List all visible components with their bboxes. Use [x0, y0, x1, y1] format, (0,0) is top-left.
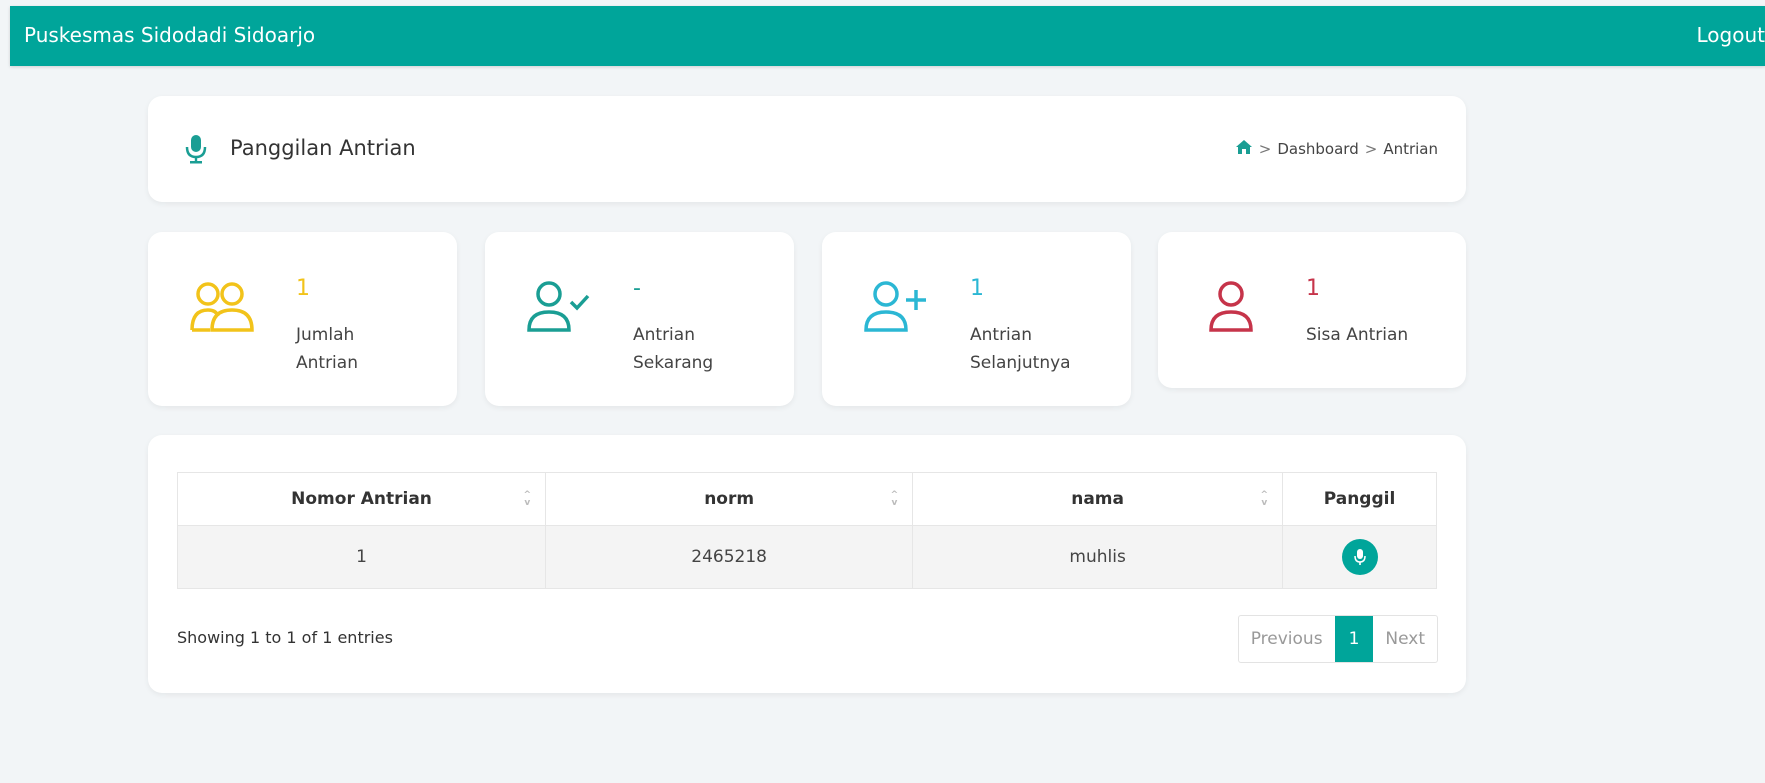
column-header-nomor-antrian[interactable]: Nomor Antrian ^ v — [176, 472, 547, 526]
next-button[interactable]: Next — [1373, 616, 1437, 662]
call-button[interactable] — [1341, 539, 1378, 575]
stat-card-jumlah-antrian: 1 Jumlah Antrian — [148, 232, 457, 406]
stat-label: Antrian Selanjutnya — [970, 321, 1071, 377]
user-check-icon — [525, 280, 591, 340]
column-header-nama[interactable]: nama ^ v — [912, 472, 1284, 526]
stat-label: Sisa Antrian — [1306, 321, 1408, 349]
brand-title: Puskesmas Sidodadi Sidoarjo — [24, 23, 316, 47]
page-title: Panggilan Antrian — [230, 136, 416, 160]
user-icon — [1198, 280, 1264, 340]
stat-value: - — [633, 276, 641, 301]
table-info: Showing 1 to 1 of 1 entries — [177, 628, 393, 647]
stat-label-line: Jumlah — [296, 325, 355, 345]
pagination: Previous 1 Next — [1237, 615, 1438, 663]
page-header-card: Panggilan Antrian > Dashboard > Antrian — [148, 96, 1466, 202]
stat-value: 1 — [970, 276, 984, 301]
stat-card-sisa-antrian: 1 Sisa Antrian — [1158, 232, 1466, 388]
stat-label-line: Antrian — [633, 325, 695, 345]
cell-panggil — [1282, 525, 1437, 589]
breadcrumb-dashboard[interactable]: Dashboard — [1277, 140, 1358, 158]
stat-label-line: Selanjutnya — [970, 353, 1071, 373]
stat-label-line: Sisa Antrian — [1306, 325, 1409, 345]
stat-value: 1 — [1306, 276, 1320, 301]
column-header-panggil: Panggil — [1282, 472, 1437, 526]
breadcrumb-separator: > — [1364, 140, 1378, 158]
sort-icon[interactable]: ^ v — [1261, 491, 1269, 508]
table-header-row: Nomor Antrian ^ v norm ^ v nama ^ v Panggil — [176, 472, 1437, 526]
column-header-norm[interactable]: norm ^ v — [545, 472, 914, 526]
stat-label: Antrian Sekarang — [633, 321, 713, 377]
top-navbar: Puskesmas Sidodadi Sidoarjo Logout — [10, 6, 1765, 66]
microphone-icon — [184, 134, 208, 168]
user-plus-icon — [862, 280, 928, 340]
stat-card-antrian-sekarang: - Antrian Sekarang — [485, 232, 794, 406]
stat-card-antrian-selanjutnya: 1 Antrian Selanjutnya — [822, 232, 1131, 406]
stat-label-line: Sekarang — [633, 353, 714, 373]
stat-label: Jumlah Antrian — [296, 321, 358, 377]
stat-label-line: Antrian — [970, 325, 1032, 345]
sort-icon[interactable]: ^ v — [524, 491, 532, 508]
stat-label-line: Antrian — [296, 353, 358, 373]
breadcrumb-antrian: Antrian — [1383, 140, 1438, 158]
home-icon[interactable] — [1235, 139, 1253, 159]
column-header-label: Panggil — [1323, 489, 1396, 509]
previous-button[interactable]: Previous — [1239, 616, 1335, 662]
cell-nama: muhlis — [912, 525, 1284, 589]
breadcrumb: > Dashboard > Antrian — [1235, 139, 1438, 159]
breadcrumb-separator: > — [1258, 140, 1272, 158]
column-header-label: nama — [1071, 489, 1124, 509]
column-header-label: norm — [704, 489, 755, 509]
queue-table-card: Nomor Antrian ^ v norm ^ v nama ^ v Panggil… — [148, 435, 1466, 693]
stat-value: 1 — [296, 276, 310, 301]
table-row: 1 2465218 muhlis — [176, 525, 1437, 589]
logout-link[interactable]: Logout — [1697, 23, 1765, 47]
cell-norm: 2465218 — [545, 525, 914, 589]
queue-table: Nomor Antrian ^ v norm ^ v nama ^ v Panggil… — [176, 472, 1437, 589]
column-header-label: Nomor Antrian — [291, 489, 432, 509]
cell-nomor: 1 — [176, 525, 547, 589]
microphone-icon — [1353, 549, 1366, 565]
users-icon — [188, 280, 254, 340]
page-button-1[interactable]: 1 — [1334, 616, 1374, 662]
sort-icon[interactable]: ^ v — [891, 491, 899, 508]
